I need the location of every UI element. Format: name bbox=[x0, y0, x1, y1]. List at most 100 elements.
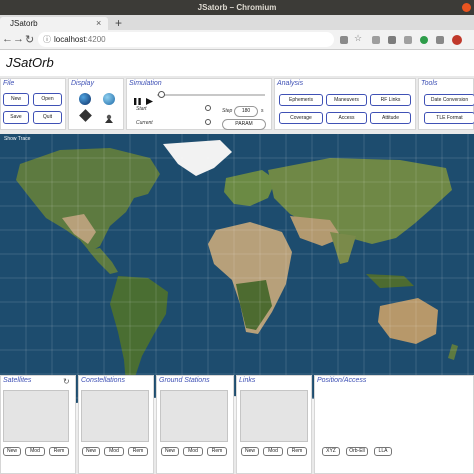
access-button[interactable]: Access bbox=[326, 112, 367, 124]
start-label: Start bbox=[136, 106, 147, 112]
forward-icon[interactable]: → bbox=[13, 33, 24, 45]
back-icon[interactable]: ← bbox=[2, 33, 13, 45]
satellite-icon[interactable] bbox=[79, 109, 92, 122]
show-trace-toggle[interactable]: Show Trace bbox=[4, 136, 30, 142]
analysis-panel-title: Analysis bbox=[277, 80, 304, 87]
links-list[interactable] bbox=[240, 390, 308, 442]
extension-code-icon[interactable] bbox=[388, 36, 396, 44]
ground-stations-rem-button[interactable]: Rem bbox=[207, 447, 227, 456]
address-bar[interactable]: ⓘ localhost:4200 bbox=[38, 32, 334, 47]
current-radio[interactable] bbox=[205, 119, 211, 125]
coverage-button[interactable]: Coverage bbox=[279, 112, 323, 124]
constellations-list[interactable] bbox=[81, 390, 149, 442]
display-panel: Display bbox=[68, 78, 124, 130]
param-button[interactable]: PARAM bbox=[222, 119, 266, 130]
attitude-button[interactable]: Attitude bbox=[370, 112, 411, 124]
position-access-panel: Position/Access XYZ Orb-Ell LLA bbox=[314, 375, 474, 474]
bookmark-star-icon[interactable]: ☆ bbox=[354, 33, 362, 44]
satellite-view-icon[interactable] bbox=[103, 93, 115, 105]
app-title: JSatOrb bbox=[6, 55, 54, 70]
url-host: localhost bbox=[54, 35, 86, 44]
step-input[interactable]: 180 bbox=[234, 106, 258, 117]
ground-stations-panel-title: Ground Stations bbox=[159, 377, 210, 384]
satellites-panel-title: Satellites bbox=[3, 377, 32, 384]
maneuvers-button[interactable]: Maneuvers bbox=[326, 94, 367, 106]
current-label: Current bbox=[136, 120, 153, 126]
satellites-rem-button[interactable]: Rem bbox=[49, 447, 69, 456]
constellations-mod-button[interactable]: Mod bbox=[104, 447, 124, 456]
central-america bbox=[88, 248, 118, 274]
site-info-icon[interactable]: ⓘ bbox=[43, 32, 51, 47]
rf-links-button[interactable]: RF Links bbox=[370, 94, 411, 106]
constellations-rem-button[interactable]: Rem bbox=[128, 447, 148, 456]
tle-format-button[interactable]: TLE Format bbox=[424, 112, 474, 124]
window-titlebar: JSatorb – Chromium bbox=[0, 0, 474, 15]
reload-icon[interactable]: ↻ bbox=[25, 33, 34, 46]
analysis-panel: Analysis Ephemeris Maneuvers RF Links Co… bbox=[274, 78, 416, 130]
satellites-panel: Satellites ↻ New Mod Rem bbox=[0, 375, 76, 474]
file-new-button[interactable]: New bbox=[3, 93, 29, 106]
extension-arrow-icon[interactable] bbox=[404, 36, 412, 44]
url-port: :4200 bbox=[85, 35, 106, 44]
ground-stations-list[interactable] bbox=[160, 390, 228, 442]
file-save-button[interactable]: Save bbox=[3, 111, 29, 124]
asia bbox=[268, 158, 452, 244]
lla-button[interactable]: LLA bbox=[374, 447, 392, 456]
time-slider-thumb[interactable] bbox=[158, 91, 165, 98]
constellations-panel-title: Constellations bbox=[81, 377, 125, 384]
tools-panel: Tools Date Conversion TLE Format bbox=[418, 78, 474, 130]
translate-icon[interactable] bbox=[340, 36, 348, 44]
start-radio[interactable] bbox=[205, 105, 211, 111]
ground-antenna-icon[interactable] bbox=[103, 111, 115, 123]
file-quit-button[interactable]: Quit bbox=[33, 111, 62, 124]
satellites-list[interactable] bbox=[3, 390, 69, 442]
extension-green-icon[interactable] bbox=[420, 36, 428, 44]
window-close-icon[interactable] bbox=[462, 3, 471, 12]
file-open-button[interactable]: Open bbox=[33, 93, 62, 106]
step-label: Step bbox=[222, 108, 233, 114]
simulation-panel-title: Simulation bbox=[129, 80, 162, 87]
app-header: JSatOrb bbox=[0, 51, 474, 76]
browser-tab[interactable]: JSatorb × bbox=[0, 17, 108, 30]
extension-icon[interactable] bbox=[372, 36, 380, 44]
file-panel-title: File bbox=[3, 80, 15, 87]
tab-close-icon[interactable]: × bbox=[96, 17, 101, 30]
new-zealand bbox=[448, 344, 458, 360]
tools-panel-title: Tools bbox=[421, 80, 438, 87]
links-rem-button[interactable]: Rem bbox=[287, 447, 307, 456]
file-panel: File New Open Save Quit bbox=[0, 78, 66, 130]
satellites-mod-button[interactable]: Mod bbox=[25, 447, 45, 456]
xyz-button[interactable]: XYZ bbox=[322, 447, 340, 456]
orb-ell-button[interactable]: Orb-Ell bbox=[346, 447, 368, 456]
position-access-panel-title: Position/Access bbox=[317, 377, 367, 384]
time-slider-track[interactable] bbox=[157, 94, 265, 96]
ground-stations-new-button[interactable]: New bbox=[161, 447, 179, 456]
simulation-panel: Simulation Start Current Step 180 s PARA… bbox=[126, 78, 272, 130]
constellations-panel: Constellations New Mod Rem bbox=[78, 375, 154, 474]
extension-grid-icon[interactable] bbox=[436, 36, 444, 44]
constellations-new-button[interactable]: New bbox=[82, 447, 100, 456]
new-tab-icon[interactable]: + bbox=[115, 16, 122, 30]
window-title: JSatorb – Chromium bbox=[197, 3, 277, 12]
profile-avatar[interactable] bbox=[452, 35, 462, 45]
ephemeris-button[interactable]: Ephemeris bbox=[279, 94, 323, 106]
africa-forest bbox=[236, 280, 272, 330]
play-icon[interactable] bbox=[146, 92, 153, 110]
ground-stations-mod-button[interactable]: Mod bbox=[183, 447, 203, 456]
links-mod-button[interactable]: Mod bbox=[263, 447, 283, 456]
refresh-icon[interactable]: ↻ bbox=[63, 377, 70, 386]
south-america bbox=[110, 276, 168, 384]
ground-stations-panel: Ground Stations New Mod Rem bbox=[156, 375, 234, 474]
links-panel-title: Links bbox=[239, 377, 256, 384]
browser-toolbar: ← → ↻ ⓘ localhost:4200 ☆ bbox=[0, 30, 474, 50]
europe bbox=[224, 170, 276, 206]
display-panel-title: Display bbox=[71, 80, 94, 87]
app-root: JSatOrb File New Open Save Quit Display … bbox=[0, 51, 474, 474]
3d-globe-icon[interactable] bbox=[79, 93, 91, 105]
australia bbox=[378, 298, 438, 344]
date-conversion-button[interactable]: Date Conversion bbox=[424, 94, 474, 106]
step-unit: s bbox=[261, 108, 264, 114]
links-new-button[interactable]: New bbox=[241, 447, 259, 456]
tab-strip: JSatorb × + bbox=[0, 15, 474, 30]
satellites-new-button[interactable]: New bbox=[3, 447, 21, 456]
